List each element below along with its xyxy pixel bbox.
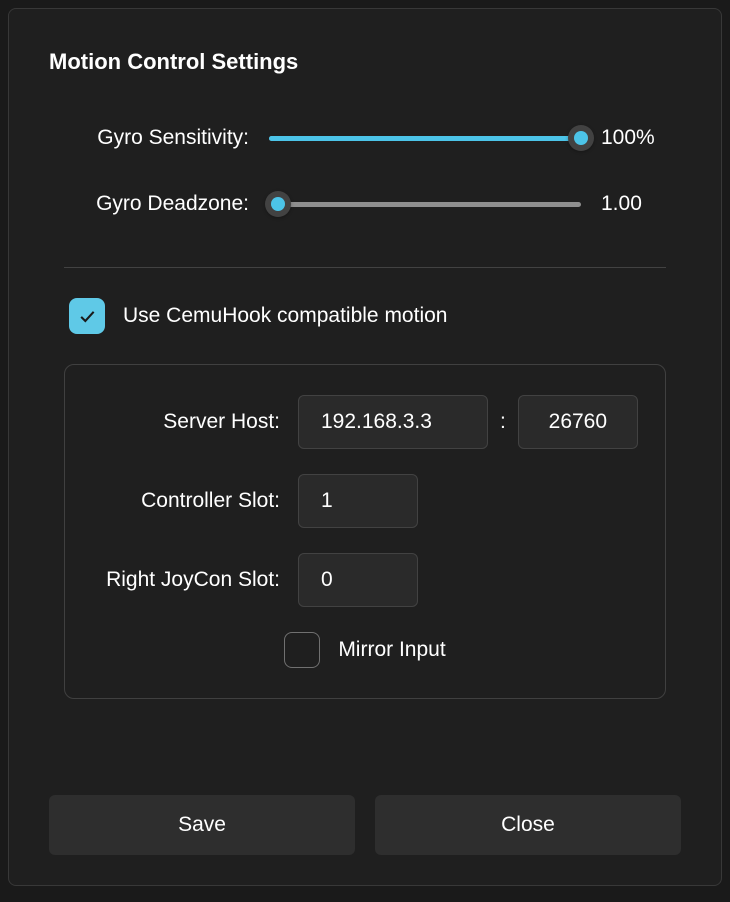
- gyro-sensitivity-value: 100%: [601, 126, 661, 150]
- gyro-sensitivity-row: Gyro Sensitivity: 100%: [69, 125, 661, 151]
- cemuhook-row: Use CemuHook compatible motion: [69, 298, 681, 334]
- server-host-input[interactable]: [298, 395, 488, 449]
- slider-thumb[interactable]: [265, 191, 291, 217]
- gyro-sensitivity-label: Gyro Sensitivity:: [69, 126, 249, 150]
- check-icon: [77, 306, 97, 326]
- server-host-group: :: [298, 395, 638, 449]
- joycon-slot-row: Right JoyCon Slot:: [100, 553, 630, 607]
- slider-track: [269, 202, 581, 207]
- controller-slot-input[interactable]: [298, 474, 418, 528]
- cemuhook-checkbox[interactable]: [69, 298, 105, 334]
- slider-thumb-inner: [271, 197, 285, 211]
- slider-thumb[interactable]: [568, 125, 594, 151]
- joycon-slot-input[interactable]: [298, 553, 418, 607]
- close-button[interactable]: Close: [375, 795, 681, 855]
- save-button[interactable]: Save: [49, 795, 355, 855]
- divider: [64, 267, 666, 268]
- cemuhook-label: Use CemuHook compatible motion: [123, 304, 447, 328]
- controller-slot-label: Controller Slot:: [100, 489, 280, 513]
- gyro-deadzone-label: Gyro Deadzone:: [69, 192, 249, 216]
- gyro-deadzone-row: Gyro Deadzone: 1.00: [69, 191, 661, 217]
- mirror-input-label: Mirror Input: [338, 638, 445, 662]
- gyro-sensitivity-slider[interactable]: [269, 125, 581, 151]
- mirror-input-row: Mirror Input: [100, 632, 630, 668]
- controller-slot-row: Controller Slot:: [100, 474, 630, 528]
- slider-thumb-inner: [574, 131, 588, 145]
- joycon-slot-label: Right JoyCon Slot:: [100, 568, 280, 592]
- slider-fill: [269, 136, 581, 141]
- dialog-title: Motion Control Settings: [49, 49, 681, 75]
- server-host-label: Server Host:: [100, 410, 280, 434]
- host-port-separator: :: [500, 410, 506, 434]
- server-panel: Server Host: : Controller Slot: Right Jo…: [64, 364, 666, 699]
- button-row: Save Close: [49, 755, 681, 855]
- mirror-input-checkbox[interactable]: [284, 632, 320, 668]
- gyro-deadzone-slider[interactable]: [269, 191, 581, 217]
- server-host-row: Server Host: :: [100, 395, 630, 449]
- server-port-input[interactable]: [518, 395, 638, 449]
- motion-settings-dialog: Motion Control Settings Gyro Sensitivity…: [8, 8, 722, 886]
- slider-section: Gyro Sensitivity: 100% Gyro Deadzone: 1.…: [49, 125, 681, 237]
- gyro-deadzone-value: 1.00: [601, 192, 661, 216]
